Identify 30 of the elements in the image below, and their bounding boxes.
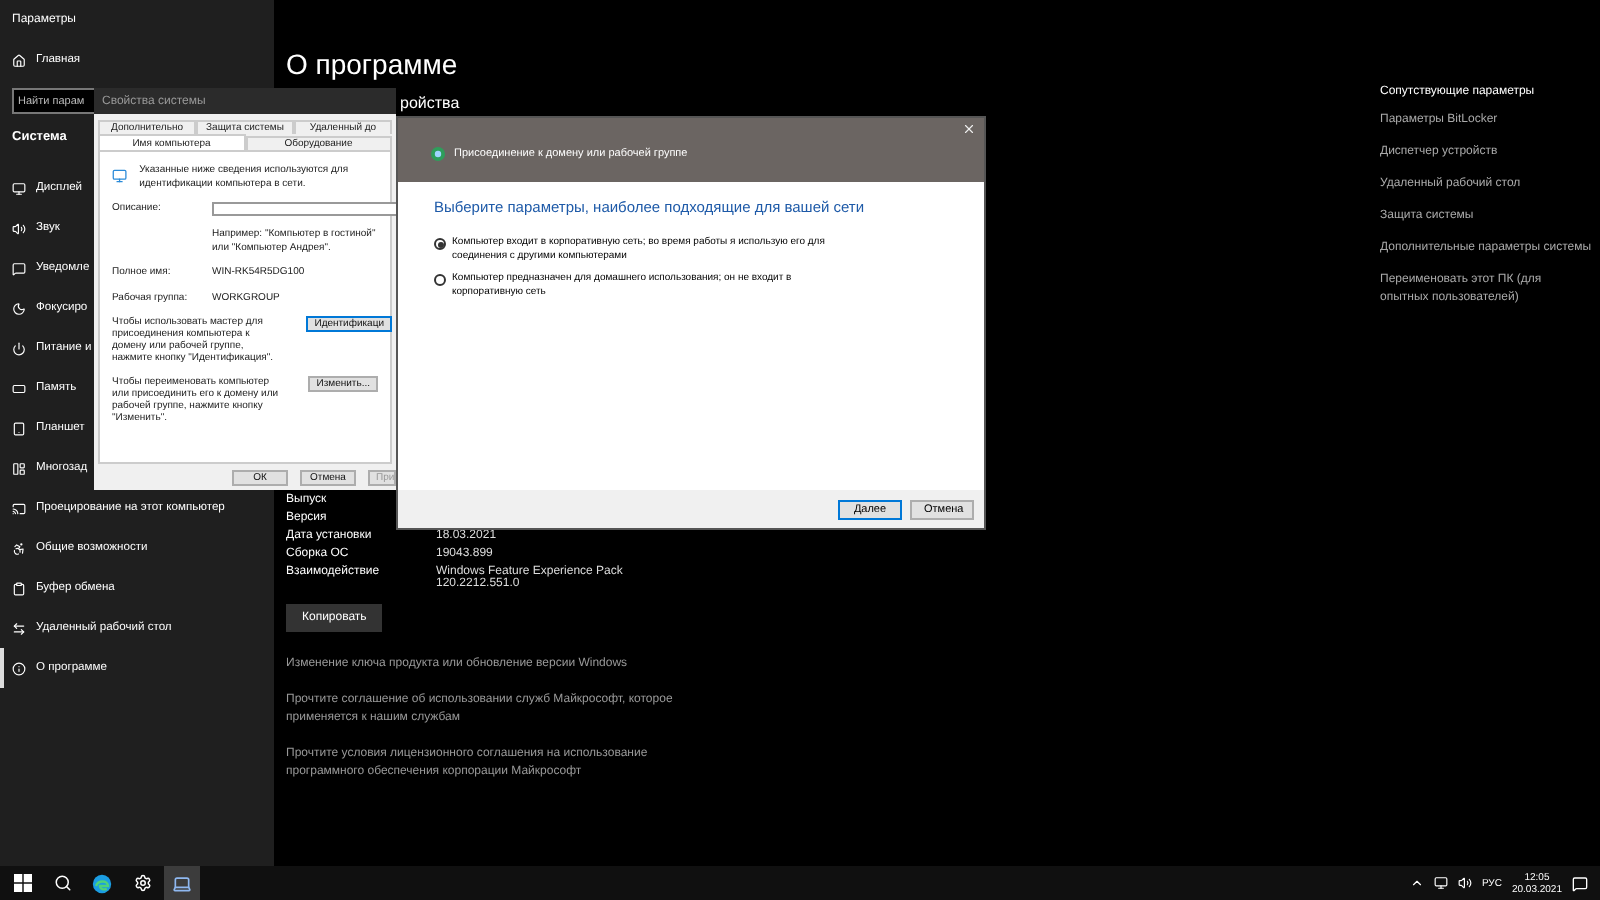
browser-icon xyxy=(92,873,112,893)
message-icon xyxy=(12,261,26,275)
settings-icon xyxy=(133,874,151,892)
search-icon xyxy=(53,874,71,892)
speaker-icon xyxy=(12,221,26,235)
accessibility-icon xyxy=(12,541,26,555)
projection-icon xyxy=(12,501,26,515)
monitor-icon xyxy=(112,164,128,188)
section-title: ройства xyxy=(400,94,460,114)
page-title: О программе xyxy=(286,48,458,84)
windows-logo-icon xyxy=(13,874,31,892)
monitor-icon xyxy=(12,181,26,195)
tablet-icon xyxy=(12,421,26,435)
radio-button[interactable] xyxy=(434,274,446,286)
info-icon xyxy=(12,661,26,675)
arrows-icon xyxy=(12,621,26,635)
laptop-icon xyxy=(172,873,192,893)
notification-icon[interactable] xyxy=(1572,875,1588,891)
radio-button[interactable] xyxy=(434,238,446,250)
panels-icon xyxy=(12,461,26,475)
close-icon xyxy=(962,122,976,136)
close-button[interactable] xyxy=(962,122,976,136)
power-icon xyxy=(12,341,26,355)
speaker-icon[interactable] xyxy=(1457,876,1472,890)
clipboard-icon xyxy=(12,581,26,595)
monitor-icon[interactable] xyxy=(1433,876,1448,890)
home-icon xyxy=(12,53,26,67)
chevron-up-icon[interactable] xyxy=(1409,876,1424,890)
moon-icon xyxy=(12,301,26,315)
rectangle-icon xyxy=(12,381,26,395)
